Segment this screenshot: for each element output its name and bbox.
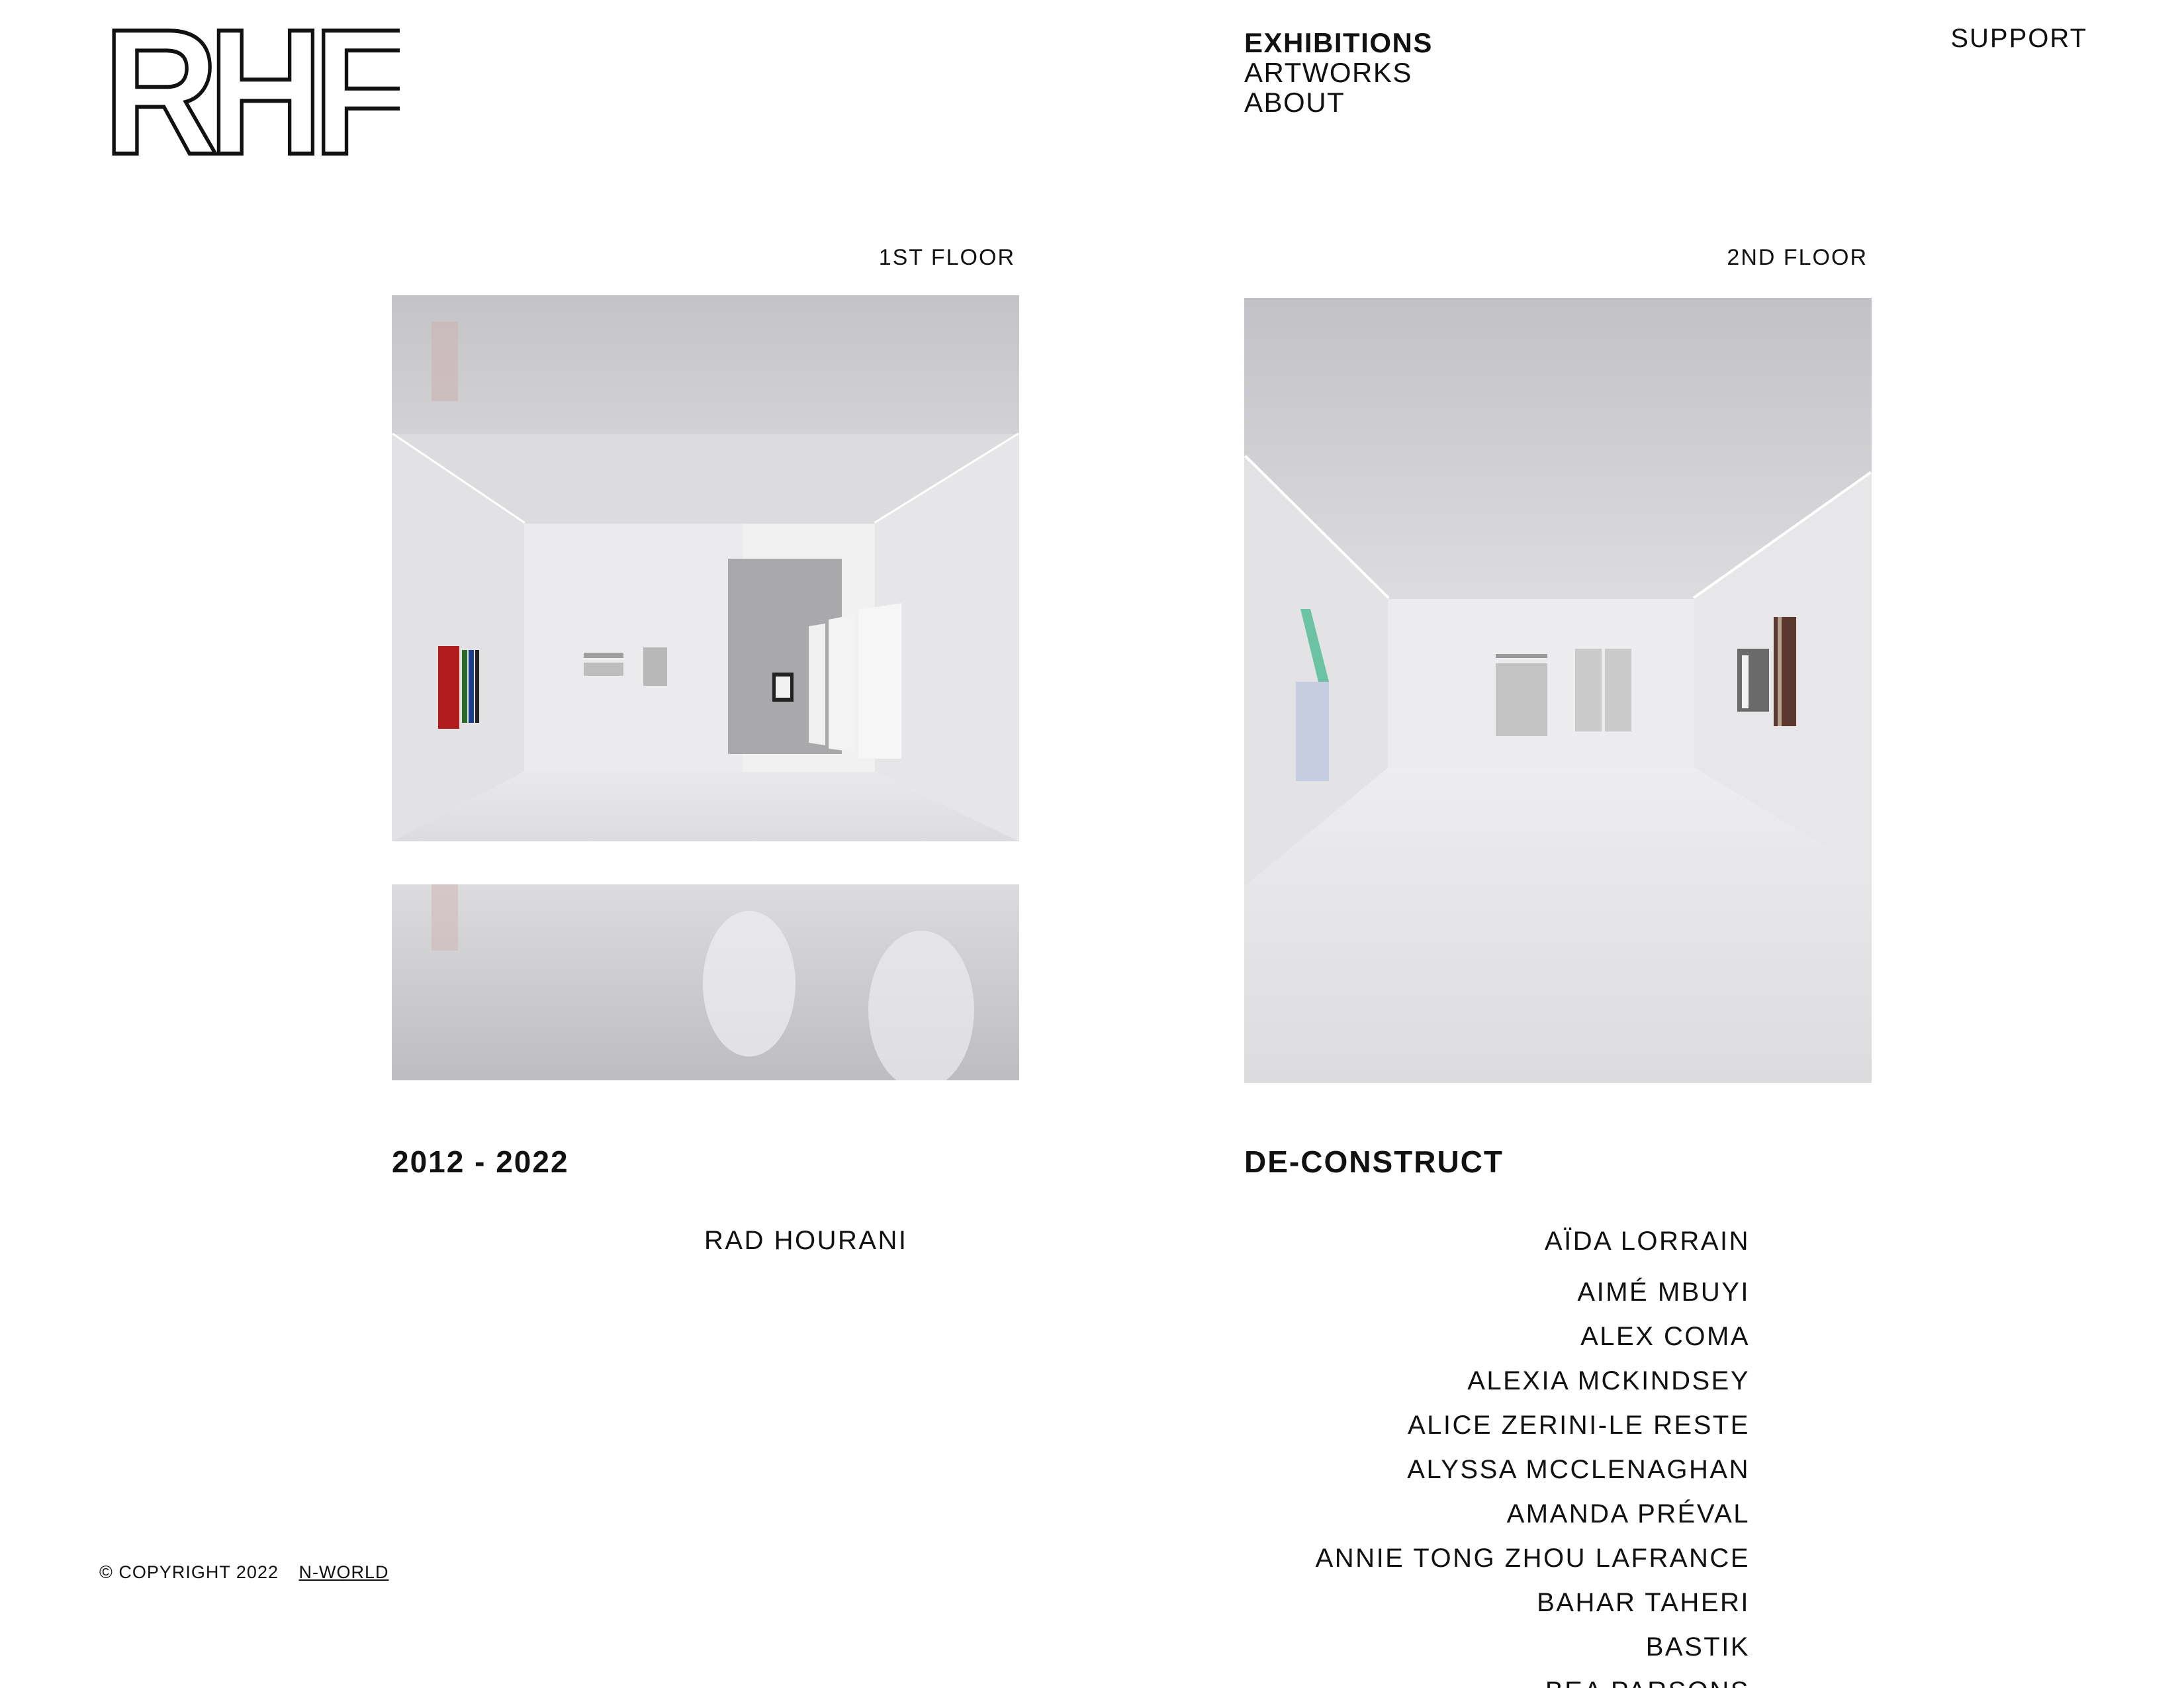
floor-label-1st: 1ST FLOOR bbox=[878, 245, 1015, 270]
artist-name[interactable]: BAHAR TAHERI bbox=[1316, 1581, 1750, 1625]
copyright-text: © COPYRIGHT 2022 bbox=[99, 1562, 279, 1582]
logo-graphic: RHF bbox=[101, 0, 419, 194]
footer: © COPYRIGHT 2022 N-WORLD bbox=[99, 1562, 389, 1583]
support-link[interactable]: SUPPORT bbox=[1950, 24, 2087, 54]
gallery-image-2nd-floor[interactable] bbox=[1244, 298, 1872, 1083]
artist-name[interactable]: BEA PARSONS bbox=[1316, 1669, 1750, 1688]
artist-list-2nd-floor: AÏDA LORRAIN AIMÉ MBUYI ALEX COMA ALEXIA… bbox=[1316, 1226, 1750, 1688]
main-nav: EXHIBITIONS ARTWORKS ABOUT bbox=[1244, 28, 1433, 117]
artist-name[interactable]: ALYSSA MCCLENAGHAN bbox=[1316, 1448, 1750, 1492]
artist-name[interactable]: ANNIE TONG ZHOU LAFRANCE bbox=[1316, 1536, 1750, 1581]
nav-about[interactable]: ABOUT bbox=[1244, 87, 1433, 117]
artist-name[interactable]: ALEXIA MCKINDSEY bbox=[1316, 1359, 1750, 1403]
gallery-render-2nd-floor bbox=[1244, 298, 1872, 1083]
artist-name[interactable]: AIMÉ MBUYI bbox=[1316, 1270, 1750, 1315]
gallery-render-1st-floor bbox=[392, 295, 1019, 1080]
nav-artworks[interactable]: ARTWORKS bbox=[1244, 58, 1433, 87]
artist-name[interactable]: AMANDA PRÉVAL bbox=[1316, 1492, 1750, 1536]
n-world-link[interactable]: N-WORLD bbox=[299, 1562, 389, 1582]
logo-text: RHF bbox=[103, 26, 400, 159]
exhibition-title-2nd[interactable]: DE-CONSTRUCT bbox=[1244, 1144, 1504, 1180]
artist-name[interactable]: AÏDA LORRAIN bbox=[1316, 1226, 1750, 1256]
artist-name[interactable]: ALICE ZERINI-LE RESTE bbox=[1316, 1403, 1750, 1448]
nav-exhibitions[interactable]: EXHIBITIONS bbox=[1244, 28, 1433, 58]
artist-name[interactable]: ALEX COMA bbox=[1316, 1315, 1750, 1359]
rhf-logo[interactable]: RHF bbox=[101, 0, 419, 194]
artist-name[interactable]: BASTIK bbox=[1316, 1625, 1750, 1669]
exhibition-title-1st[interactable]: 2012 - 2022 bbox=[392, 1144, 569, 1180]
artist-name[interactable]: RAD HOURANI bbox=[704, 1226, 908, 1256]
gallery-image-1st-floor[interactable] bbox=[392, 295, 1019, 1080]
floor-label-2nd: 2ND FLOOR bbox=[1727, 245, 1868, 270]
